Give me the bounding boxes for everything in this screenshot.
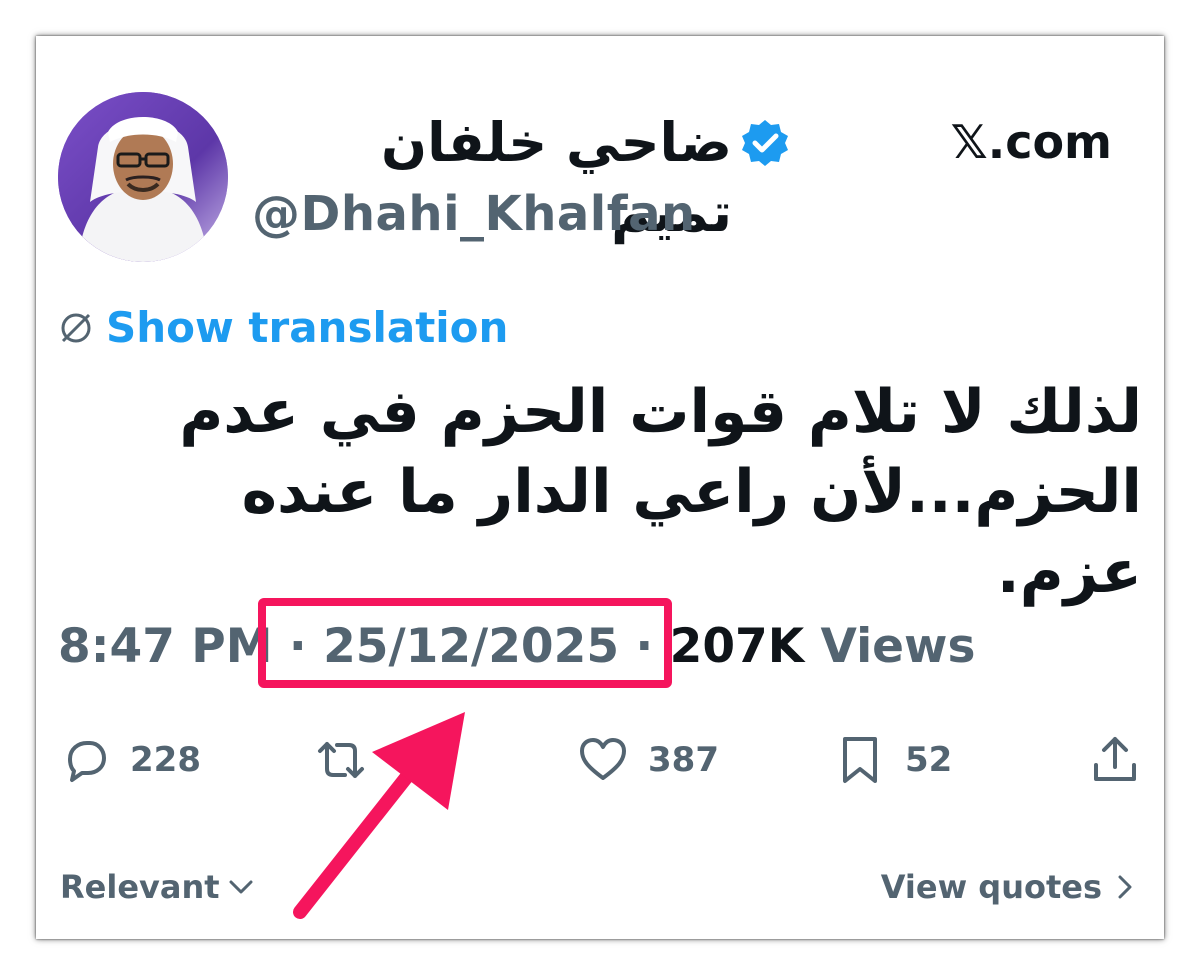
bookmark-button[interactable]: 52 — [835, 730, 952, 790]
tweet-time[interactable]: 8:47 PM — [58, 612, 272, 682]
tweet-line-1: لذلك لا تلام قوات الحزم في عدم — [179, 377, 1142, 447]
reply-button[interactable]: 228 — [60, 730, 201, 790]
like-button[interactable]: 387 — [578, 730, 719, 790]
tweet-line-2: الحزم...لأن راعي الدار ما عنده عزم. — [241, 457, 1142, 607]
globe-slash-icon — [61, 313, 91, 343]
bookmark-icon — [843, 737, 877, 783]
views-label: Views — [804, 619, 976, 674]
date-highlight-box — [258, 598, 672, 688]
author-handle[interactable]: @Dhahi_Khalfan — [252, 182, 696, 246]
verified-badge-icon — [742, 120, 788, 166]
sort-label: Relevant — [60, 868, 220, 906]
chevron-right-icon — [1118, 875, 1132, 899]
like-count: 387 — [648, 740, 719, 780]
sort-replies-dropdown[interactable]: Relevant — [60, 862, 256, 912]
show-translation-label[interactable]: Show translation — [106, 300, 508, 356]
reply-icon — [68, 741, 106, 782]
avatar-photo — [58, 92, 228, 262]
pointer-arrow-icon — [293, 712, 465, 919]
views-count: 207K — [669, 619, 805, 674]
avatar[interactable] — [58, 92, 228, 262]
tweet-text: لذلك لا تلام قوات الحزم في عدم الحزم...ل… — [150, 372, 1142, 612]
chevron-down-icon — [229, 880, 253, 894]
show-translation-link[interactable]: Show translation — [56, 300, 508, 356]
reply-count: 228 — [130, 740, 201, 780]
bookmark-count: 52 — [905, 740, 953, 780]
view-quotes-label: View quotes — [880, 868, 1102, 906]
heart-icon — [580, 738, 626, 780]
repost-button[interactable] — [314, 730, 388, 790]
share-button[interactable] — [1090, 730, 1160, 790]
site-label: 𝕏.com — [950, 115, 1112, 169]
view-quotes-link[interactable]: View quotes — [881, 862, 1140, 912]
repost-icon — [318, 742, 364, 778]
share-icon — [1094, 737, 1136, 781]
